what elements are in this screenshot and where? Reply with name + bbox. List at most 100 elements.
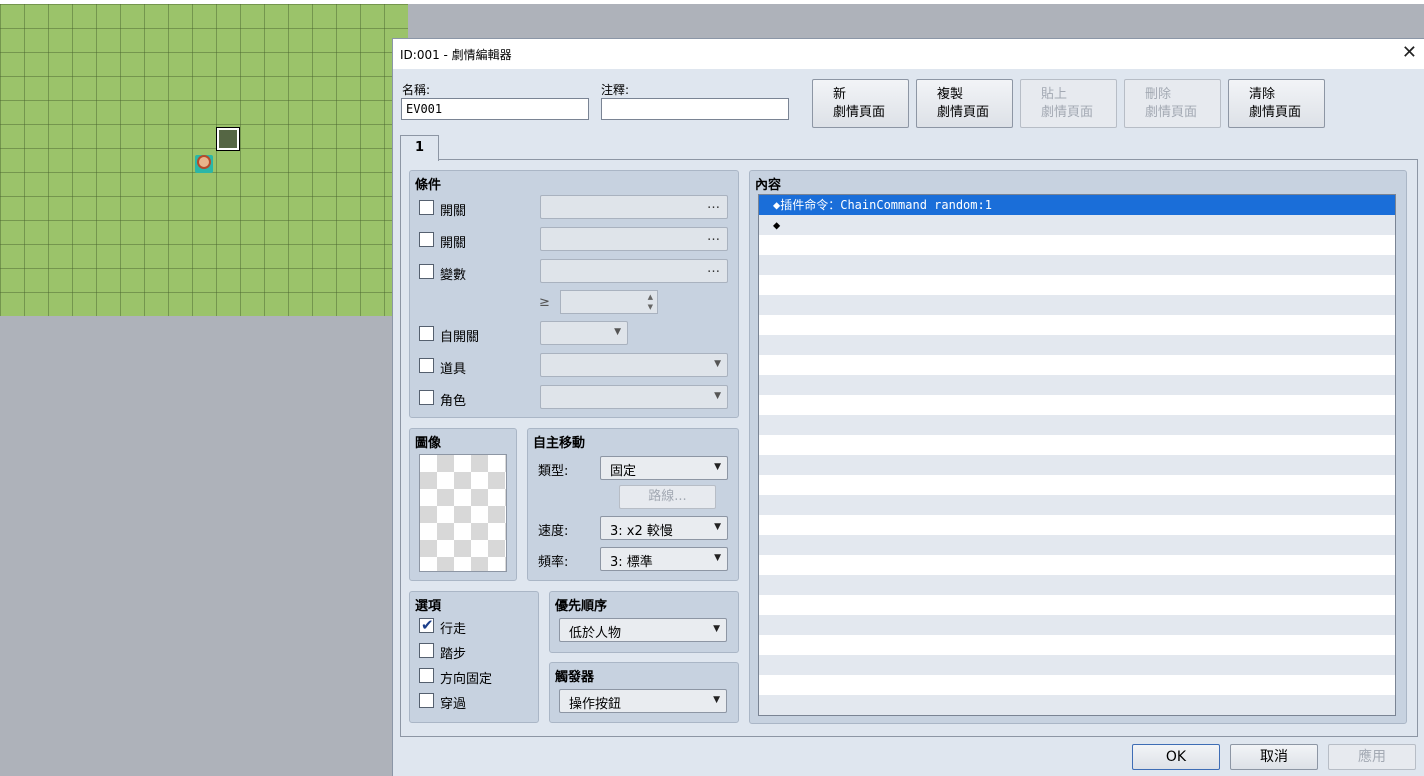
actor-select[interactable]: ▼ (540, 385, 728, 409)
command-list-blank-row (759, 475, 1395, 495)
switch1-field[interactable]: … (540, 195, 728, 219)
note-input[interactable] (601, 98, 789, 120)
frequency-label: 頻率: (538, 555, 569, 570)
walking-checkbox[interactable] (419, 616, 434, 634)
movement-type-select[interactable]: 固定 ▼ (600, 456, 728, 480)
ok-button[interactable]: OK (1132, 744, 1220, 770)
direction-fix-label: 方向固定 (440, 672, 493, 687)
clear-page-button-line1: 清除 (1249, 87, 1276, 102)
speed-value: 3: x2 較慢 (610, 524, 673, 539)
direction-fix-checkbox[interactable] (419, 668, 434, 683)
switch1-ellipsis-icon[interactable]: … (707, 197, 721, 212)
movement-type-value: 固定 (610, 464, 637, 479)
stepping-checkbox[interactable] (419, 643, 434, 658)
chevron-down-icon: ▼ (714, 553, 721, 563)
cancel-button[interactable]: 取消 (1230, 744, 1318, 770)
close-icon[interactable]: ✕ (1402, 42, 1417, 63)
command-list[interactable]: ◆插件命令：ChainCommand random:1 ◆ (758, 194, 1396, 716)
command-list-blank-row (759, 235, 1395, 255)
clear-page-button[interactable]: 清除 劇情頁面 (1228, 79, 1325, 128)
apply-button[interactable]: 應用 (1328, 744, 1416, 770)
speed-select[interactable]: 3: x2 較慢 ▼ (600, 516, 728, 540)
options-group: 選項 行走 踏步 方向固定 穿過 (409, 591, 539, 723)
window-title: ID:001 - 劇情編輯器 (400, 48, 512, 62)
variable-ellipsis-icon[interactable]: … (707, 261, 721, 276)
switch1-label: 開關 (440, 204, 467, 219)
item-checkbox[interactable] (419, 358, 434, 373)
paste-page-button-line1: 貼上 (1041, 87, 1068, 102)
frequency-select[interactable]: 3: 標準 ▼ (600, 547, 728, 571)
delete-page-button-line2: 劇情頁面 (1145, 105, 1198, 120)
trigger-title: 觸發器 (555, 670, 595, 685)
command-list-blank-row (759, 615, 1395, 635)
map-tile-cursor[interactable] (216, 127, 240, 151)
switch2-ellipsis-icon[interactable]: … (707, 229, 721, 244)
through-checkbox[interactable] (419, 693, 434, 708)
title-bar: ID:001 - 劇情編輯器 ✕ (393, 39, 1424, 69)
command-list-blank-row (759, 455, 1395, 475)
self-switch-checkbox[interactable] (419, 326, 434, 341)
variable-field[interactable]: … (540, 259, 728, 283)
autonomous-movement-group: 自主移動 類型: 固定 ▼ 路線... 速度: 3: x2 較慢 ▼ 頻率: 3… (527, 428, 739, 581)
through-label: 穿過 (440, 697, 467, 712)
command-list-blank-row (759, 695, 1395, 715)
image-preview[interactable] (419, 454, 507, 572)
walking-label: 行走 (440, 622, 467, 637)
command-list-blank-row (759, 275, 1395, 295)
event-sprite-icon[interactable] (195, 155, 213, 173)
item-select[interactable]: ▼ (540, 353, 728, 377)
autonomous-movement-title: 自主移動 (533, 436, 586, 451)
switch2-checkbox[interactable] (419, 232, 434, 247)
paste-page-button-line2: 劇情頁面 (1041, 105, 1094, 120)
command-list-blank-row (759, 375, 1395, 395)
new-page-button-line2: 劇情頁面 (833, 105, 886, 120)
chevron-down-icon: ▼ (714, 391, 721, 401)
command-list-blank-row (759, 495, 1395, 515)
priority-select[interactable]: 低於人物 ▼ (559, 618, 727, 642)
switch1-checkbox[interactable] (419, 200, 434, 215)
switch2-field[interactable]: … (540, 227, 728, 251)
name-input[interactable]: EV001 (401, 98, 589, 120)
command-line[interactable]: ◆ (759, 215, 1395, 235)
variable-checkbox[interactable] (419, 264, 434, 279)
command-list-blank-row (759, 395, 1395, 415)
actor-checkbox[interactable] (419, 390, 434, 405)
command-list-blank-row (759, 655, 1395, 675)
priority-value: 低於人物 (569, 626, 622, 641)
event-editor-dialog: ID:001 - 劇情編輯器 ✕ 名稱: EV001 注釋: 新 劇情頁面 複製… (392, 38, 1424, 776)
tab-page-1[interactable]: 1 (400, 135, 439, 161)
map-canvas[interactable] (0, 4, 408, 316)
chevron-down-icon: ▼ (714, 359, 721, 369)
command-list-blank-row (759, 315, 1395, 335)
options-title: 選項 (415, 599, 442, 614)
spinner-down-icon[interactable]: ▼ (648, 303, 653, 311)
conditions-title: 條件 (415, 178, 442, 193)
copy-page-button-line1: 複製 (937, 87, 964, 102)
command-list-blank-row (759, 515, 1395, 535)
command-list-blank-row (759, 635, 1395, 655)
conditions-group: 條件 開關 … 開關 … 變數 … ≥ ▲ ▼ 自開關 ▼ 道具 ▼ 角色 ▼ (409, 170, 739, 418)
paste-page-button[interactable]: 貼上 劇情頁面 (1020, 79, 1117, 128)
route-button[interactable]: 路線... (619, 485, 716, 509)
variable-value-spinner[interactable]: ▲ ▼ (560, 290, 658, 314)
chevron-down-icon: ▼ (713, 624, 720, 634)
self-switch-select[interactable]: ▼ (540, 321, 628, 345)
variable-label: 變數 (440, 268, 467, 283)
copy-page-button[interactable]: 複製 劇情頁面 (916, 79, 1013, 128)
new-page-button[interactable]: 新 劇情頁面 (812, 79, 909, 128)
note-label: 注釋: (601, 83, 630, 97)
spinner-up-icon[interactable]: ▲ (648, 293, 653, 301)
command-line[interactable]: ◆插件命令：ChainCommand random:1 (759, 195, 1395, 215)
greater-equal-label: ≥ (539, 295, 550, 310)
image-title: 圖像 (415, 436, 442, 451)
delete-page-button[interactable]: 刪除 劇情頁面 (1124, 79, 1221, 128)
command-list-blank-row (759, 295, 1395, 315)
command-list-empty-area[interactable] (759, 235, 1395, 715)
command-list-blank-row (759, 535, 1395, 555)
chevron-down-icon: ▼ (714, 522, 721, 532)
command-list-blank-row (759, 435, 1395, 455)
speed-label: 速度: (538, 524, 569, 539)
item-label: 道具 (440, 362, 467, 377)
command-list-blank-row (759, 675, 1395, 695)
trigger-select[interactable]: 操作按鈕 ▼ (559, 689, 727, 713)
